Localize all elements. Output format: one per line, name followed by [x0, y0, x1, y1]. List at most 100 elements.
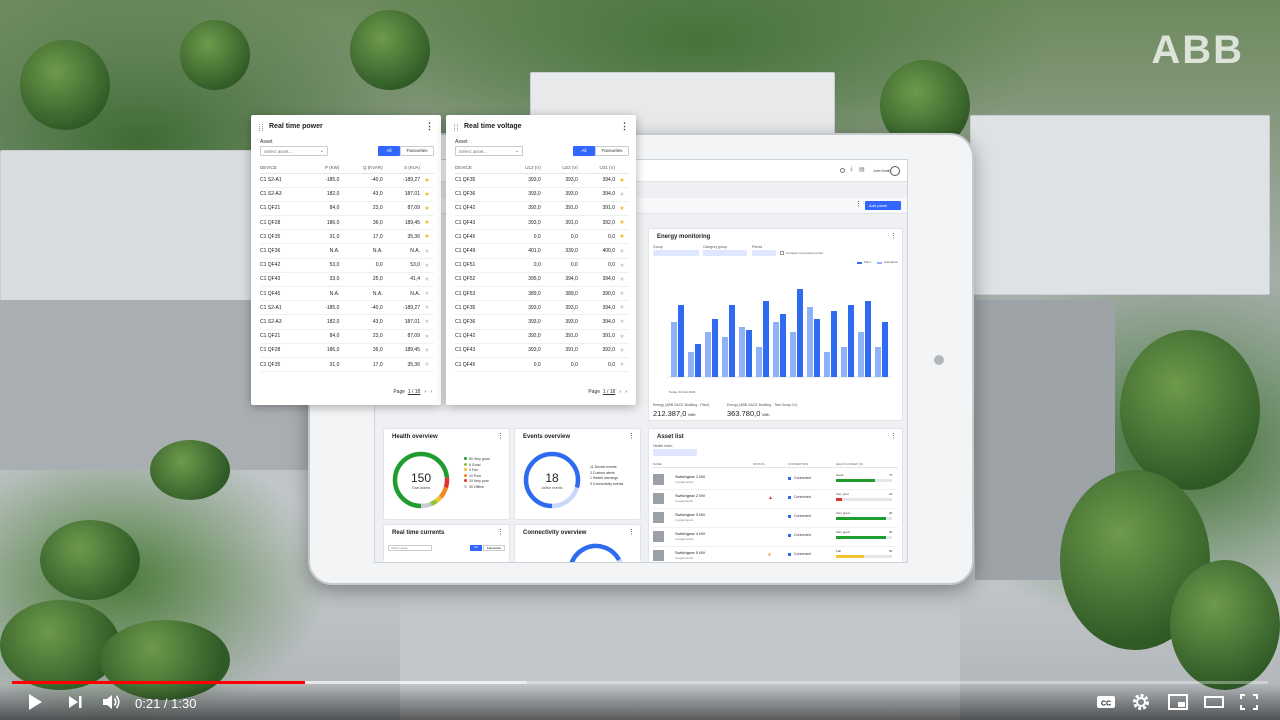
table-row[interactable]: C1 QF36 393,0 393,0 394,0 ★ [455, 187, 629, 202]
play-icon[interactable] [24, 692, 46, 712]
table-row[interactable]: C1 S2-A3 182,0 43,0 187,01 ★ [260, 314, 434, 330]
favourite-star-icon[interactable]: ★ [615, 215, 629, 231]
favourite-star-icon[interactable]: ★ [420, 343, 434, 358]
currents-fav-button[interactable]: Favourites [483, 545, 505, 551]
period-select[interactable] [752, 250, 776, 256]
notification-icon[interactable]: ▤ [859, 166, 865, 173]
all-button[interactable]: All [378, 146, 400, 156]
favourites-button[interactable]: Favourites [595, 146, 629, 156]
favourite-star-icon[interactable]: ★ [615, 243, 629, 259]
favourite-star-icon[interactable]: ★ [420, 314, 434, 330]
energy-menu-icon[interactable]: ⋮ [890, 232, 897, 240]
favourite-star-icon[interactable]: ★ [420, 258, 434, 273]
favourites-button[interactable]: Favourites [400, 146, 434, 156]
table-row[interactable]: C1 QF42 392,0 391,0 391,0 ★ [455, 329, 629, 344]
table-row[interactable]: C1 QF28 186,0 36,0 189,45 ★ [260, 215, 434, 231]
table-row[interactable]: C1 QF45 0,0 0,0 0,0 ★ [455, 229, 629, 245]
asset-row[interactable]: Switchgear 5 MV 4 equipments ● Connected Fai… [653, 547, 898, 562]
table-row[interactable]: C1 QF51 0,0 0,0 0,0 ★ [455, 258, 629, 273]
table-row[interactable]: C1 QF43 393,0 391,0 392,0 ★ [455, 343, 629, 358]
favourite-star-icon[interactable]: ★ [420, 187, 434, 202]
favourite-star-icon[interactable]: ★ [615, 272, 629, 288]
table-row[interactable]: C1 S2-A1 -185,0 -40,0 -189,27 ★ [260, 173, 434, 188]
favourite-star-icon[interactable]: ★ [615, 300, 629, 316]
table-row[interactable]: C1 QF35 393,0 393,0 394,0 ★ [455, 173, 629, 188]
favourite-star-icon[interactable]: ★ [615, 187, 629, 202]
asset-row[interactable]: Switchgear 2 MV 4 equipments ▲ Connected Ver… [653, 490, 898, 509]
favourite-star-icon[interactable]: ★ [420, 215, 434, 231]
table-row[interactable]: C1 QF35 393,0 393,0 394,0 ★ [455, 300, 629, 316]
info-icon[interactable] [840, 168, 845, 173]
favourite-star-icon[interactable]: ★ [615, 201, 629, 217]
favourite-star-icon[interactable]: ★ [420, 229, 434, 245]
prev-page-icon[interactable]: ‹ [619, 389, 621, 395]
table-row[interactable]: C1 QF43 393,0 391,0 392,0 ★ [455, 215, 629, 231]
currents-menu-icon[interactable]: ⋮ [497, 528, 504, 536]
compare-checkbox[interactable] [780, 251, 784, 255]
fullscreen-icon[interactable] [1238, 692, 1260, 712]
favourite-star-icon[interactable]: ★ [420, 272, 434, 288]
favourite-star-icon[interactable]: ★ [615, 314, 629, 330]
favourite-star-icon[interactable]: ★ [615, 286, 629, 302]
favourite-star-icon[interactable]: ★ [615, 229, 629, 245]
favourite-star-icon[interactable]: ★ [615, 329, 629, 344]
asset-row[interactable]: Switchgear 1 MV 4 equipments Connected Good… [653, 471, 898, 490]
health-filter-select[interactable] [653, 449, 697, 456]
favourite-star-icon[interactable]: ★ [420, 329, 434, 344]
progress-bar[interactable] [12, 681, 1268, 684]
currents-select[interactable]: Select asset... [388, 545, 432, 551]
table-row[interactable]: C1 S2-A3 182,0 43,0 187,01 ★ [260, 187, 434, 202]
favourite-star-icon[interactable]: ★ [615, 357, 629, 373]
favourite-star-icon[interactable]: ★ [615, 173, 629, 188]
health-menu-icon[interactable]: ⋮ [497, 432, 504, 440]
download-icon[interactable]: ⤓ [850, 166, 853, 173]
favourite-star-icon[interactable]: ★ [420, 243, 434, 259]
connectivity-menu-icon[interactable]: ⋮ [628, 528, 635, 536]
group-select[interactable] [653, 250, 699, 256]
all-button[interactable]: All [573, 146, 595, 156]
drag-handle-icon[interactable] [454, 124, 458, 131]
asset-list-menu-icon[interactable]: ⋮ [890, 432, 897, 440]
drag-handle-icon[interactable] [259, 124, 263, 131]
add-panel-button[interactable]: Add panel [865, 201, 901, 210]
favourite-star-icon[interactable]: ★ [420, 201, 434, 217]
panel-menu-icon[interactable]: ⋮ [620, 121, 629, 132]
favourite-star-icon[interactable]: ★ [615, 258, 629, 273]
table-row[interactable]: C1 QF35 31,0 17,0 35,36 ★ [260, 229, 434, 245]
table-row[interactable]: C1 QF28 186,0 36,0 189,45 ★ [260, 343, 434, 358]
favourite-star-icon[interactable]: ★ [420, 357, 434, 373]
table-row[interactable]: C1 QF35 31,0 17,0 35,36 ★ [260, 357, 434, 373]
favourite-star-icon[interactable]: ★ [420, 286, 434, 302]
table-row[interactable]: C1 QF42 53,0 0,0 53,0 ★ [260, 258, 434, 273]
table-row[interactable]: C1 QF45 N.A. N.A. N.A. ★ [260, 286, 434, 302]
asset-select[interactable]: Select asset... ⌄ [455, 146, 523, 156]
next-icon[interactable] [64, 692, 86, 712]
asset-row[interactable]: Switchgear 4 MV 4 equipments Connected Very… [653, 528, 898, 547]
currents-all-button[interactable]: All [470, 545, 482, 551]
miniplayer-icon[interactable] [1166, 692, 1190, 712]
next-page-icon[interactable]: › [625, 389, 627, 395]
favourite-star-icon[interactable]: ★ [420, 300, 434, 316]
favourite-star-icon[interactable]: ★ [615, 343, 629, 358]
theater-mode-icon[interactable] [1202, 692, 1226, 712]
table-row[interactable]: C1 S2-A1 -185,0 -40,0 -189,27 ★ [260, 300, 434, 316]
favourite-star-icon[interactable]: ★ [420, 173, 434, 188]
category-select[interactable] [703, 250, 747, 256]
next-page-icon[interactable]: › [430, 389, 432, 395]
table-row[interactable]: C1 QF43 33,0 25,0 41,4 ★ [260, 272, 434, 288]
table-row[interactable]: C1 QF52 395,0 394,0 394,0 ★ [455, 272, 629, 288]
table-row[interactable]: C1 QF53 389,0 389,0 390,0 ★ [455, 286, 629, 302]
table-row[interactable]: C1 QF36 N.A. N.A. N.A. ★ [260, 243, 434, 259]
user-name[interactable]: John Smith [873, 169, 891, 173]
user-avatar[interactable] [890, 166, 900, 176]
toolbar-menu-icon[interactable]: ⋮ [855, 200, 862, 208]
settings-gear-icon[interactable] [1130, 692, 1152, 712]
volume-icon[interactable] [100, 692, 122, 712]
table-row[interactable]: C1 QF21 84,0 23,0 87,09 ★ [260, 329, 434, 344]
table-row[interactable]: C1 QF21 84,0 23,0 87,09 ★ [260, 201, 434, 217]
table-row[interactable]: C1 QF49 401,0 339,0 400,0 ★ [455, 243, 629, 259]
video-frame[interactable]: ABB John Smith ⤓ ▤ ⋮ Add panel Energy mo… [0, 0, 1280, 720]
asset-select[interactable]: Select asset... ⌄ [260, 146, 328, 156]
table-row[interactable]: C1 QF36 393,0 393,0 394,0 ★ [455, 314, 629, 330]
asset-row[interactable]: Switchgear 3 MV 4 equipments Connected Very… [653, 509, 898, 528]
